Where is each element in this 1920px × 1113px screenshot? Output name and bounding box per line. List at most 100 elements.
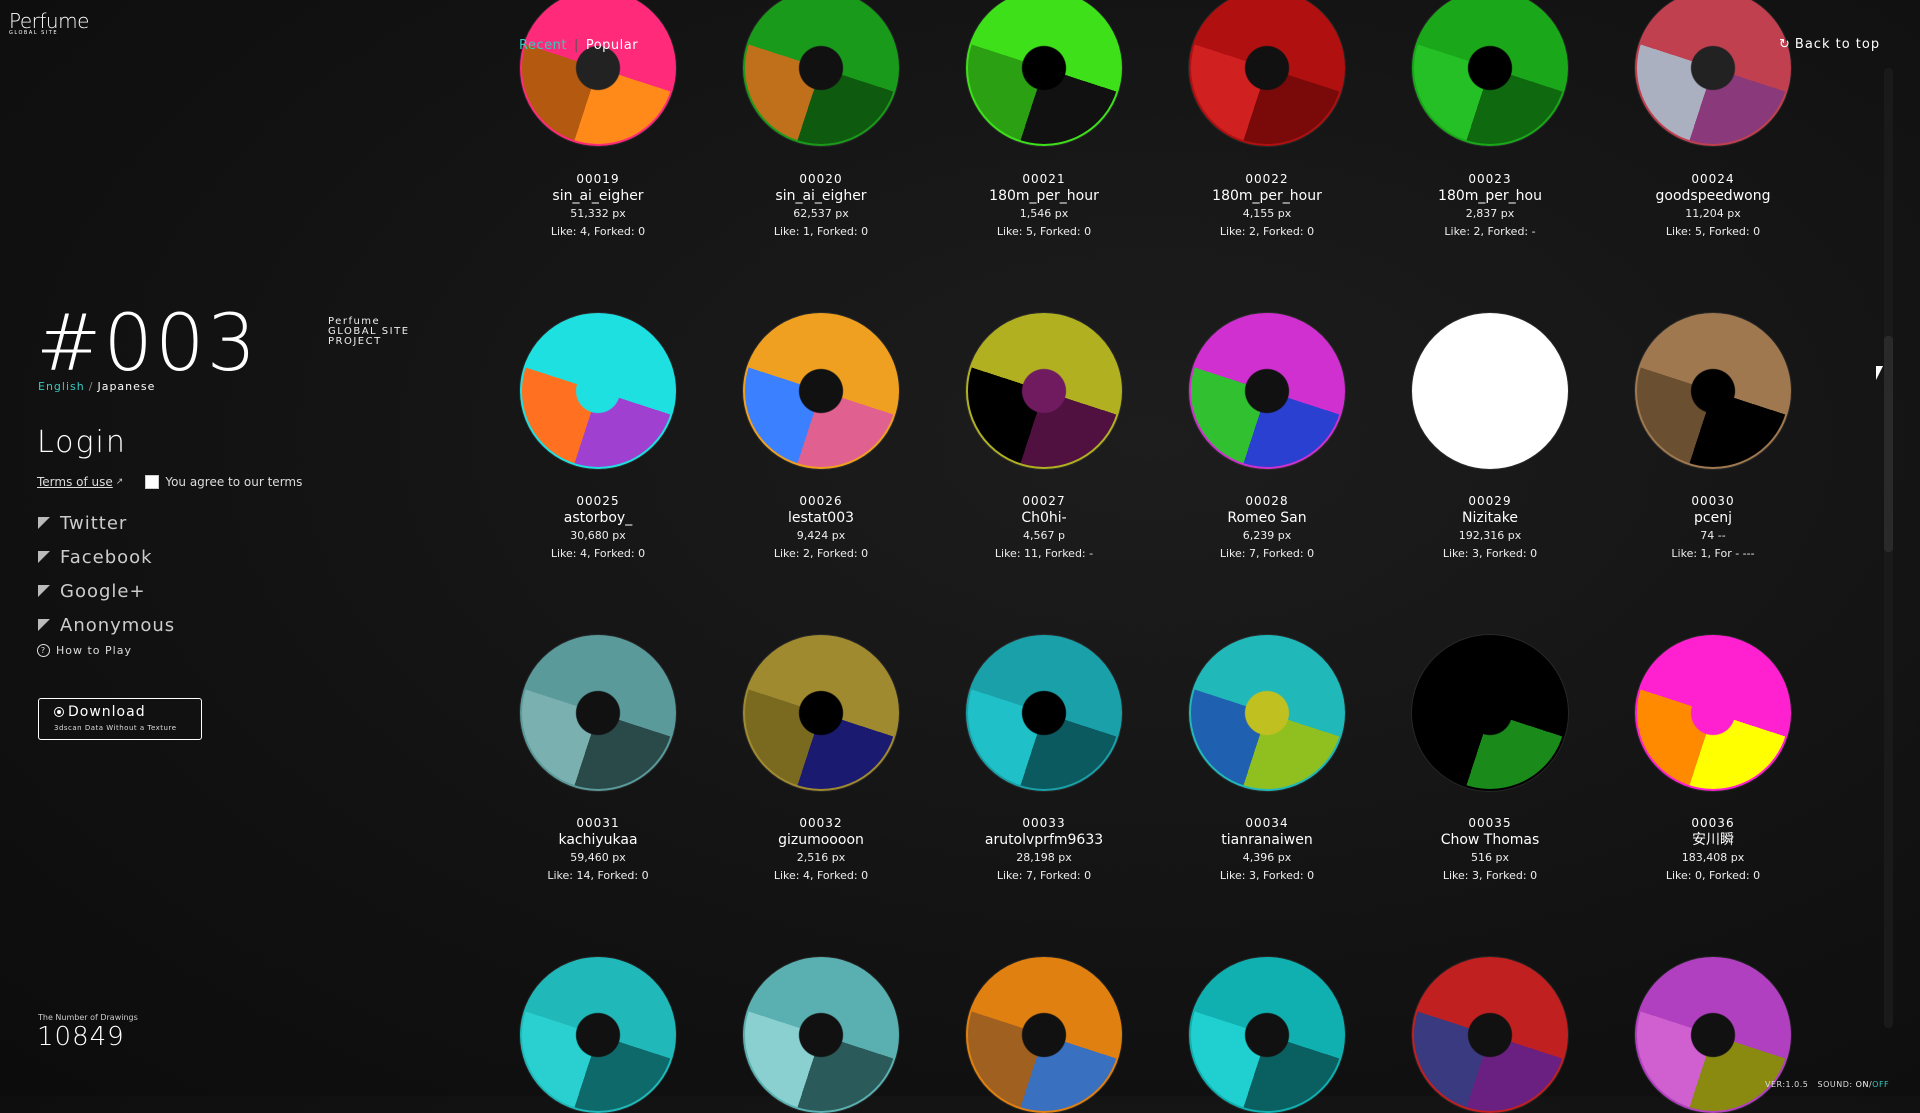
drawing-pixels: 9,424 px bbox=[796, 529, 846, 542]
drawing-pixels: 183,408 px bbox=[1681, 851, 1745, 864]
tab-popular[interactable]: Popular bbox=[586, 38, 638, 53]
drawing-author[interactable]: Nizitake bbox=[1390, 509, 1590, 527]
drawing-meta: 00028 Romeo San 6,239 px Like: 7, Forked: 0 bbox=[1167, 493, 1367, 563]
drawing-thumbnail[interactable] bbox=[966, 0, 1122, 146]
drawing-id: 00034 bbox=[1245, 816, 1289, 830]
version-label: VER:1.0.5 bbox=[1765, 1080, 1809, 1089]
drawing-meta: 00023 180m_per_hou 2,837 px Like: 2, Forked… bbox=[1390, 171, 1590, 241]
drawing-thumbnail[interactable] bbox=[1635, 313, 1791, 469]
drawing-meta: 00030 pcenj 74 -- Like: 1, For - --- bbox=[1613, 493, 1813, 563]
drawing-stats: Like: 7, Forked: 0 bbox=[1219, 547, 1315, 560]
drawing-pixels: 62,537 px bbox=[793, 207, 849, 220]
drawing-author[interactable]: kachiyukaa bbox=[498, 831, 698, 849]
drawing-pixels: 4,155 px bbox=[1242, 207, 1292, 220]
drawing-thumbnail[interactable] bbox=[1189, 0, 1345, 146]
sound-label: SOUND: bbox=[1817, 1080, 1853, 1089]
back-to-top-label: Back to top bbox=[1794, 37, 1881, 52]
drawing-thumbnail[interactable] bbox=[743, 0, 899, 146]
sound-on-toggle[interactable]: ON bbox=[1856, 1080, 1869, 1089]
drawing-stats: Like: 5, Forked: 0 bbox=[1665, 225, 1761, 238]
drawing-thumbnail[interactable] bbox=[1635, 0, 1791, 146]
drawing-meta: 00020 sin_ai_eigher 62,537 px Like: 1, Fork… bbox=[721, 171, 921, 241]
drawing-stats: Like: 5, Forked: 0 bbox=[996, 225, 1092, 238]
drawing-author[interactable]: sin_ai_eigher bbox=[721, 187, 921, 205]
drawings-grid: 00019 sin_ai_eigher 51,332 px Like: 4, Fork… bbox=[0, 0, 1900, 1113]
drawing-thumbnail[interactable] bbox=[520, 313, 676, 469]
drawing-stats: Like: 2, Forked: - bbox=[1444, 225, 1536, 238]
drawing-stats: Like: 3, Forked: 0 bbox=[1442, 869, 1538, 882]
back-to-top-button[interactable]: ↻ Back to top bbox=[1779, 37, 1880, 52]
drawing-thumbnail[interactable] bbox=[520, 0, 676, 146]
drawing-stats: Like: 4, Forked: 0 bbox=[550, 547, 646, 560]
drawing-thumbnail[interactable] bbox=[743, 313, 899, 469]
sound-off-toggle[interactable]: OFF bbox=[1872, 1080, 1889, 1089]
drawing-author[interactable]: 180m_per_hour bbox=[944, 187, 1144, 205]
drawing-thumbnail[interactable] bbox=[1189, 313, 1345, 469]
drawing-stats: Like: 3, Forked: 0 bbox=[1219, 869, 1315, 882]
drawing-thumbnail[interactable] bbox=[1189, 635, 1345, 791]
drawing-id: 00020 bbox=[799, 172, 843, 186]
drawing-pixels: 192,316 px bbox=[1458, 529, 1522, 542]
drawing-thumbnail[interactable] bbox=[1635, 635, 1791, 791]
drawing-id: 00024 bbox=[1691, 172, 1735, 186]
drawing-author[interactable]: 180m_per_hou bbox=[1390, 187, 1590, 205]
drawing-thumbnail[interactable] bbox=[966, 957, 1122, 1113]
drawing-pixels: 11,204 px bbox=[1685, 207, 1741, 220]
drawing-thumbnail[interactable] bbox=[520, 957, 676, 1113]
drawing-stats: Like: 4, Forked: 0 bbox=[550, 225, 646, 238]
drawing-author[interactable]: goodspeedwong bbox=[1613, 187, 1813, 205]
drawing-pixels: 74 -- bbox=[1700, 529, 1726, 542]
drawing-author[interactable]: sin_ai_eigher bbox=[498, 187, 698, 205]
drawing-meta: 00034 tianranaiwen 4,396 px Like: 3, Forked… bbox=[1167, 815, 1367, 885]
drawing-stats: Like: 7, Forked: 0 bbox=[996, 869, 1092, 882]
drawing-thumbnail[interactable] bbox=[743, 635, 899, 791]
drawing-author[interactable]: pcenj bbox=[1613, 509, 1813, 527]
drawing-id: 00033 bbox=[1022, 816, 1066, 830]
drawing-stats: Like: 0, Forked: 0 bbox=[1665, 869, 1761, 882]
drawing-pixels: 4,396 px bbox=[1242, 851, 1292, 864]
drawing-thumbnail[interactable] bbox=[1412, 313, 1568, 469]
drawing-stats: Like: 11, Forked: - bbox=[994, 547, 1094, 560]
tab-recent[interactable]: Recent bbox=[519, 38, 567, 53]
scrollbar[interactable] bbox=[1884, 68, 1893, 1028]
drawing-stats: Like: 1, Forked: 0 bbox=[773, 225, 869, 238]
drawing-id: 00035 bbox=[1468, 816, 1512, 830]
drawing-pixels: 51,332 px bbox=[570, 207, 626, 220]
drawing-pixels: 1,546 px bbox=[1019, 207, 1069, 220]
drawing-thumbnail[interactable] bbox=[1412, 635, 1568, 791]
drawing-id: 00026 bbox=[799, 494, 843, 508]
scrollbar-thumb[interactable] bbox=[1884, 336, 1893, 552]
drawing-pixels: 516 px bbox=[1471, 851, 1509, 864]
drawing-meta: 00026 lestat003 9,424 px Like: 2, Forked: 0 bbox=[721, 493, 921, 563]
drawing-meta: 00025 astorboy_ 30,680 px Like: 4, Forked: … bbox=[498, 493, 698, 563]
drawing-meta: 00027 Ch0hi- 4,567 p Like: 11, Forked: - bbox=[944, 493, 1144, 563]
drawing-thumbnail[interactable] bbox=[966, 313, 1122, 469]
drawing-author[interactable]: gizumoooon bbox=[721, 831, 921, 849]
drawing-stats: Like: 4, Forked: 0 bbox=[773, 869, 869, 882]
drawing-thumbnail[interactable] bbox=[1412, 957, 1568, 1113]
drawing-author[interactable]: Romeo San bbox=[1167, 509, 1367, 527]
drawing-author[interactable]: Ch0hi- bbox=[944, 509, 1144, 527]
drawing-thumbnail[interactable] bbox=[1412, 0, 1568, 146]
drawing-author[interactable]: 安川瞬 bbox=[1613, 831, 1813, 849]
drawing-author[interactable]: tianranaiwen bbox=[1167, 831, 1367, 849]
drawing-thumbnail[interactable] bbox=[1635, 957, 1791, 1113]
drawing-author[interactable]: Chow Thomas bbox=[1390, 831, 1590, 849]
drawing-id: 00029 bbox=[1468, 494, 1512, 508]
drawing-thumbnail[interactable] bbox=[1189, 957, 1345, 1113]
drawing-thumbnail[interactable] bbox=[743, 957, 899, 1113]
drawing-thumbnail[interactable] bbox=[966, 635, 1122, 791]
drawing-id: 00022 bbox=[1245, 172, 1289, 186]
drawing-author[interactable]: 180m_per_hour bbox=[1167, 187, 1367, 205]
drawing-meta: 00021 180m_per_hour 1,546 px Like: 5, Forke… bbox=[944, 171, 1144, 241]
drawing-pixels: 28,198 px bbox=[1016, 851, 1072, 864]
drawing-thumbnail[interactable] bbox=[520, 635, 676, 791]
drawing-id: 00025 bbox=[576, 494, 620, 508]
drawing-meta: 00031 kachiyukaa 59,460 px Like: 14, Forked… bbox=[498, 815, 698, 885]
drawing-author[interactable]: lestat003 bbox=[721, 509, 921, 527]
drawing-pixels: 4,567 p bbox=[1023, 529, 1065, 542]
drawing-author[interactable]: astorboy_ bbox=[498, 509, 698, 527]
drawing-author[interactable]: arutolvprfm9633 bbox=[944, 831, 1144, 849]
drawing-id: 00021 bbox=[1022, 172, 1066, 186]
version-sound-bar: VER:1.0.5 SOUND: ON/OFF bbox=[1765, 1080, 1889, 1089]
